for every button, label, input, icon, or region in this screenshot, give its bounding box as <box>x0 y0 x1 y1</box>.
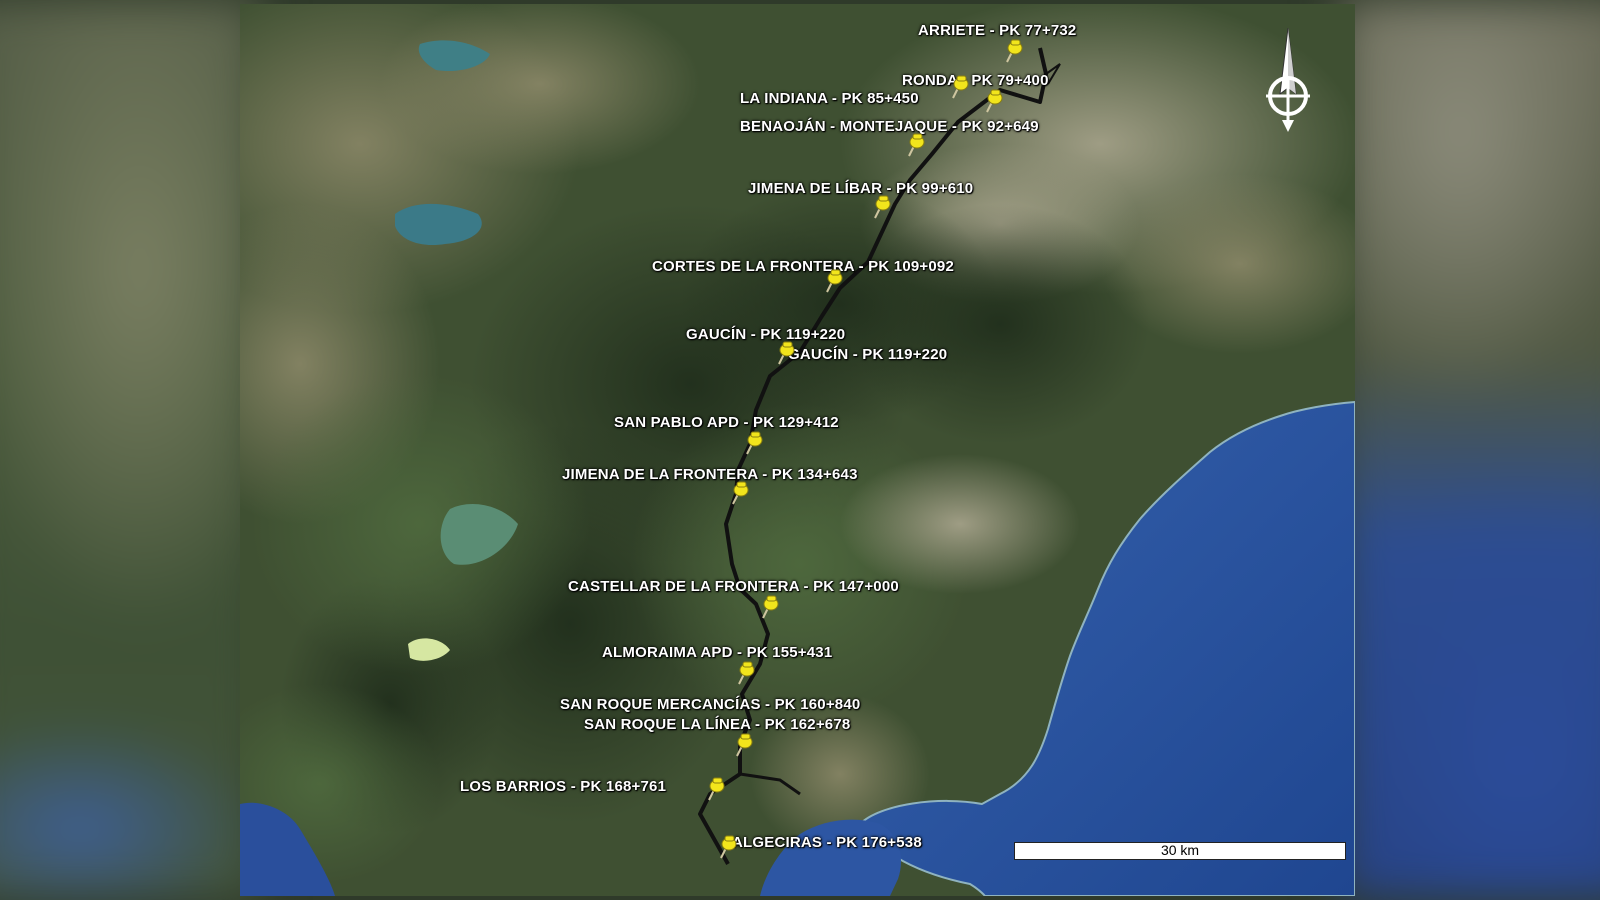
station-label-ronda: RONDA - PK 79+400 <box>902 72 1049 89</box>
yellow-pushpin-icon[interactable] <box>822 268 844 294</box>
yellow-pushpin-icon[interactable] <box>904 132 926 158</box>
map-terrain <box>240 4 1355 896</box>
compass-north-arrow-icon <box>1266 27 1310 132</box>
scale-bar-label: 30 km <box>1160 842 1200 858</box>
station-label-almoraima: ALMORAIMA APD - PK 155+431 <box>602 644 833 661</box>
station-label-los-barrios: LOS BARRIOS - PK 168+761 <box>460 778 667 795</box>
station-label-cortes: CORTES DE LA FRONTERA - PK 109+092 <box>652 258 955 275</box>
yellow-pushpin-icon[interactable] <box>1002 38 1024 64</box>
yellow-pushpin-icon[interactable] <box>742 430 764 456</box>
station-label-san-pablo: SAN PABLO APD - PK 129+412 <box>614 414 839 431</box>
station-label-algeciras: ALGECIRAS - PK 176+538 <box>732 834 922 851</box>
station-label-jimena-de-libar: JIMENA DE LÍBAR - PK 99+610 <box>748 180 974 197</box>
station-label-san-roque-mercancias: SAN ROQUE MERCANCÍAS - PK 160+840 <box>560 696 861 713</box>
station-label-san-roque-la-linea: SAN ROQUE LA LÍNEA - PK 162+678 <box>584 716 851 733</box>
station-label-la-indiana: LA INDIANA - PK 85+450 <box>740 90 919 107</box>
station-label-gaucin-secondary: GAUCÍN - PK 119+220 <box>788 346 948 363</box>
yellow-pushpin-icon[interactable] <box>734 660 756 686</box>
yellow-pushpin-icon[interactable] <box>948 74 970 100</box>
blurred-background-left <box>0 0 260 900</box>
yellow-pushpin-icon[interactable] <box>704 776 726 802</box>
yellow-pushpin-icon[interactable] <box>774 340 796 366</box>
yellow-pushpin-icon[interactable] <box>870 194 892 220</box>
yellow-pushpin-icon[interactable] <box>728 480 750 506</box>
yellow-pushpin-icon[interactable] <box>716 834 738 860</box>
yellow-pushpin-icon[interactable] <box>982 88 1004 114</box>
station-label-castellar: CASTELLAR DE LA FRONTERA - PK 147+000 <box>568 578 899 595</box>
blurred-background-right <box>1340 0 1600 900</box>
station-label-jimena-de-la-frontera: JIMENA DE LA FRONTERA - PK 134+643 <box>562 466 858 483</box>
scale-bar: 30 km <box>1014 842 1346 860</box>
station-label-benaojan: BENAOJÁN - MONTEJAQUE - PK 92+649 <box>740 118 1039 135</box>
satellite-map[interactable]: ARRIETE - PK 77+732 RONDA - PK 79+400 LA… <box>240 4 1355 896</box>
station-label-gaucin: GAUCÍN - PK 119+220 <box>686 326 846 343</box>
station-label-arriete: ARRIETE - PK 77+732 <box>918 22 1077 39</box>
yellow-pushpin-icon[interactable] <box>758 594 780 620</box>
yellow-pushpin-icon[interactable] <box>732 732 754 758</box>
